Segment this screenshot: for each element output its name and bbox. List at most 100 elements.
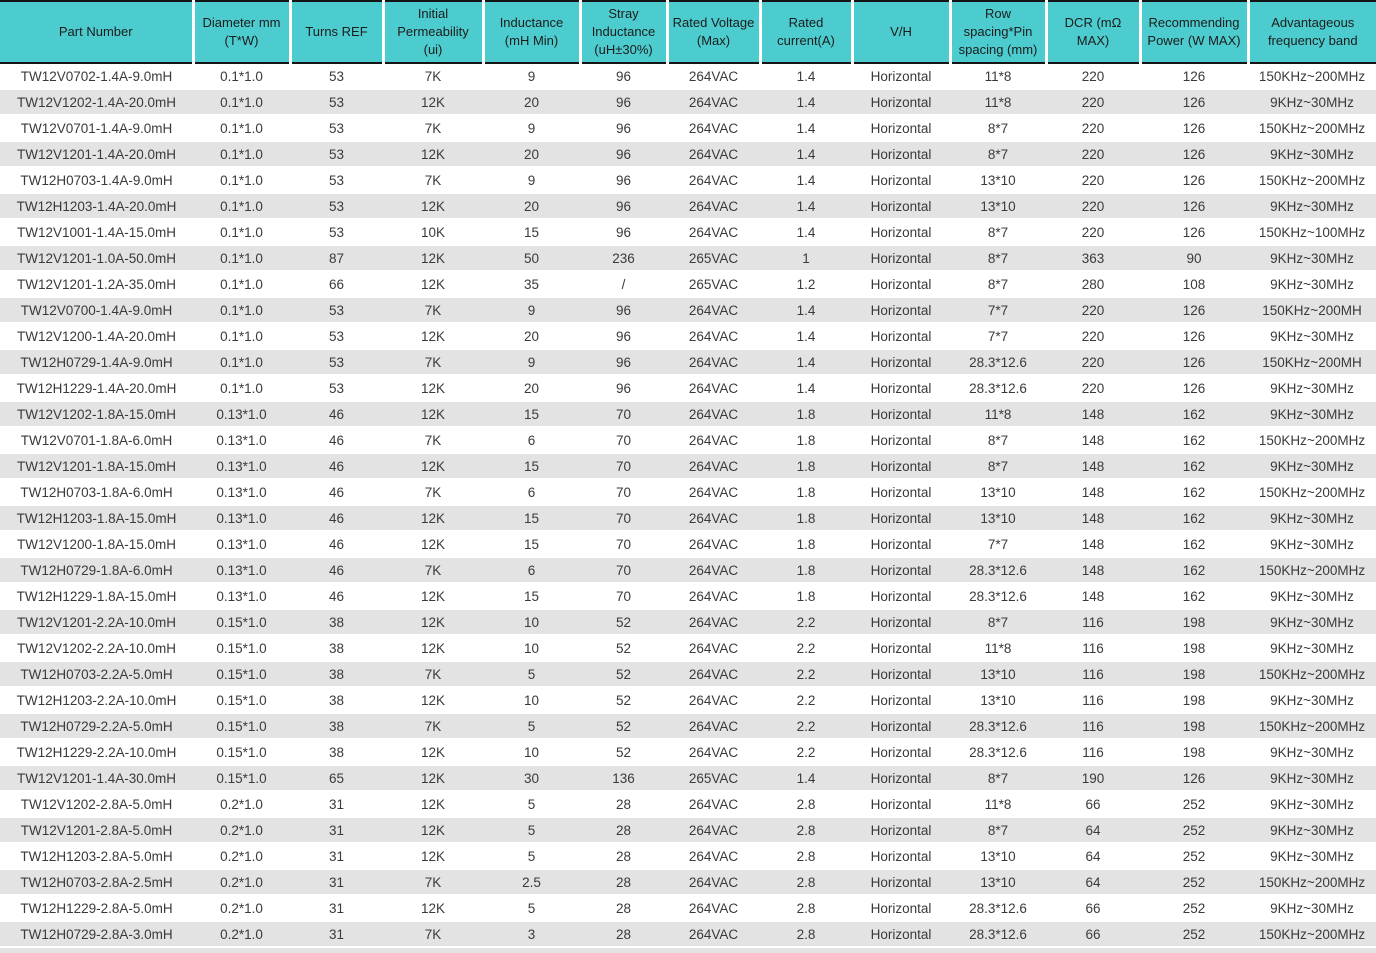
cell: 9KHz~30MHz: [1248, 193, 1376, 219]
cell: 66: [1046, 895, 1140, 921]
table-row: TW12V0700-1.4A-9.0mH0.1*1.0537K996264VAC…: [0, 297, 1376, 323]
cell: 28: [580, 817, 667, 843]
cell: Horizontal: [852, 661, 950, 687]
cell: 198: [1140, 661, 1248, 687]
cell: 198: [1140, 609, 1248, 635]
table-row: TW12H1229-2.8A-5.0mH0.2*1.03112K528264VA…: [0, 895, 1376, 921]
cell: TW12V1200-1.4A-20.0mH: [0, 323, 193, 349]
cell: Horizontal: [852, 921, 950, 947]
cell: 264VAC: [667, 687, 760, 713]
cell: 220: [1046, 323, 1140, 349]
cell: 12K: [383, 739, 483, 765]
cell: 7K: [383, 557, 483, 583]
cell: 7K: [383, 349, 483, 375]
cell: 5: [483, 791, 580, 817]
cell: TW12V1202-1.8A-15.0mH: [0, 401, 193, 427]
cell: 1.4: [760, 349, 852, 375]
cell: 64: [1046, 869, 1140, 895]
cell: 136: [580, 765, 667, 791]
cell: 53: [290, 375, 383, 401]
cell: 264VAC: [667, 739, 760, 765]
cell: 8*7: [950, 245, 1046, 271]
table-row: TW12H0703-1.8A-6.0mH0.13*1.0467K670264VA…: [0, 479, 1376, 505]
cell: Horizontal: [852, 583, 950, 609]
cell: 162: [1140, 453, 1248, 479]
spec-table: Part NumberDiameter mm (T*W)Turns REFIni…: [0, 0, 1376, 948]
cell: 0.1*1.0: [193, 63, 290, 89]
cell: 15: [483, 583, 580, 609]
cell: 148: [1046, 401, 1140, 427]
cell: Horizontal: [852, 843, 950, 869]
cell: 70: [580, 453, 667, 479]
cell: 116: [1046, 609, 1140, 635]
cell: 53: [290, 193, 383, 219]
cell: 0.15*1.0: [193, 661, 290, 687]
cell: Horizontal: [852, 63, 950, 89]
column-header: Part Number: [0, 1, 193, 63]
cell: Horizontal: [852, 219, 950, 245]
cell: 66: [1046, 921, 1140, 947]
cell: TW12H1229-2.8A-5.0mH: [0, 895, 193, 921]
cell: 0.1*1.0: [193, 349, 290, 375]
cell: 10: [483, 609, 580, 635]
cell: 0.15*1.0: [193, 765, 290, 791]
cell: 9KHz~30MHz: [1248, 375, 1376, 401]
table-row: TW12V1202-2.8A-5.0mH0.2*1.03112K528264VA…: [0, 791, 1376, 817]
cell: TW12H1229-1.8A-15.0mH: [0, 583, 193, 609]
cell: TW12H0729-2.8A-3.0mH: [0, 921, 193, 947]
cell: 148: [1046, 531, 1140, 557]
cell: 46: [290, 479, 383, 505]
cell: TW12V1200-1.8A-15.0mH: [0, 531, 193, 557]
cell: 38: [290, 661, 383, 687]
cell: 28.3*12.6: [950, 921, 1046, 947]
cell: 1.4: [760, 219, 852, 245]
cell: 70: [580, 557, 667, 583]
cell: 150KHz~100MHz: [1248, 219, 1376, 245]
cell: 28.3*12.6: [950, 557, 1046, 583]
table-row: TW12H1229-1.8A-15.0mH0.13*1.04612K157026…: [0, 583, 1376, 609]
cell: 46: [290, 557, 383, 583]
cell: 70: [580, 479, 667, 505]
column-header: V/H: [852, 1, 950, 63]
table-row: TW12V1200-1.4A-20.0mH0.1*1.05312K2096264…: [0, 323, 1376, 349]
cell: TW12H1203-2.8A-5.0mH: [0, 843, 193, 869]
table-row: TW12V1201-2.8A-5.0mH0.2*1.03112K528264VA…: [0, 817, 1376, 843]
cell: 264VAC: [667, 895, 760, 921]
cell: 9KHz~30MHz: [1248, 843, 1376, 869]
cell: TW12H0703-2.8A-2.5mH: [0, 869, 193, 895]
cell: 126: [1140, 115, 1248, 141]
cell: 11*8: [950, 401, 1046, 427]
cell: 9KHz~30MHz: [1248, 635, 1376, 661]
cell: 20: [483, 323, 580, 349]
cell: 9KHz~30MHz: [1248, 895, 1376, 921]
cell: 220: [1046, 167, 1140, 193]
table-row: TW12V0701-1.8A-6.0mH0.13*1.0467K670264VA…: [0, 427, 1376, 453]
cell: 13*10: [950, 479, 1046, 505]
cell: 126: [1140, 63, 1248, 89]
table-row: TW12H0729-2.8A-3.0mH0.2*1.0317K328264VAC…: [0, 921, 1376, 947]
cell: 38: [290, 635, 383, 661]
cell: Horizontal: [852, 713, 950, 739]
cell: 116: [1046, 713, 1140, 739]
cell: 96: [580, 219, 667, 245]
cell: 90: [1140, 245, 1248, 271]
column-header: Rated current(A): [760, 1, 852, 63]
cell: 52: [580, 713, 667, 739]
cell: 9KHz~30MHz: [1248, 505, 1376, 531]
cell: 148: [1046, 479, 1140, 505]
header-row: Part NumberDiameter mm (T*W)Turns REFIni…: [0, 1, 1376, 63]
cell: TW12V1201-2.2A-10.0mH: [0, 609, 193, 635]
cell: 52: [580, 739, 667, 765]
cell: 264VAC: [667, 479, 760, 505]
cell: 150KHz~200MHz: [1248, 427, 1376, 453]
cell: 0.2*1.0: [193, 843, 290, 869]
cell: 15: [483, 531, 580, 557]
cell: 264VAC: [667, 401, 760, 427]
cell: 150KHz~200MHz: [1248, 921, 1376, 947]
cell: 2.8: [760, 843, 852, 869]
cell: 1.8: [760, 427, 852, 453]
cell: 0.1*1.0: [193, 271, 290, 297]
cell: 31: [290, 869, 383, 895]
cell: 8*7: [950, 115, 1046, 141]
cell: 52: [580, 687, 667, 713]
